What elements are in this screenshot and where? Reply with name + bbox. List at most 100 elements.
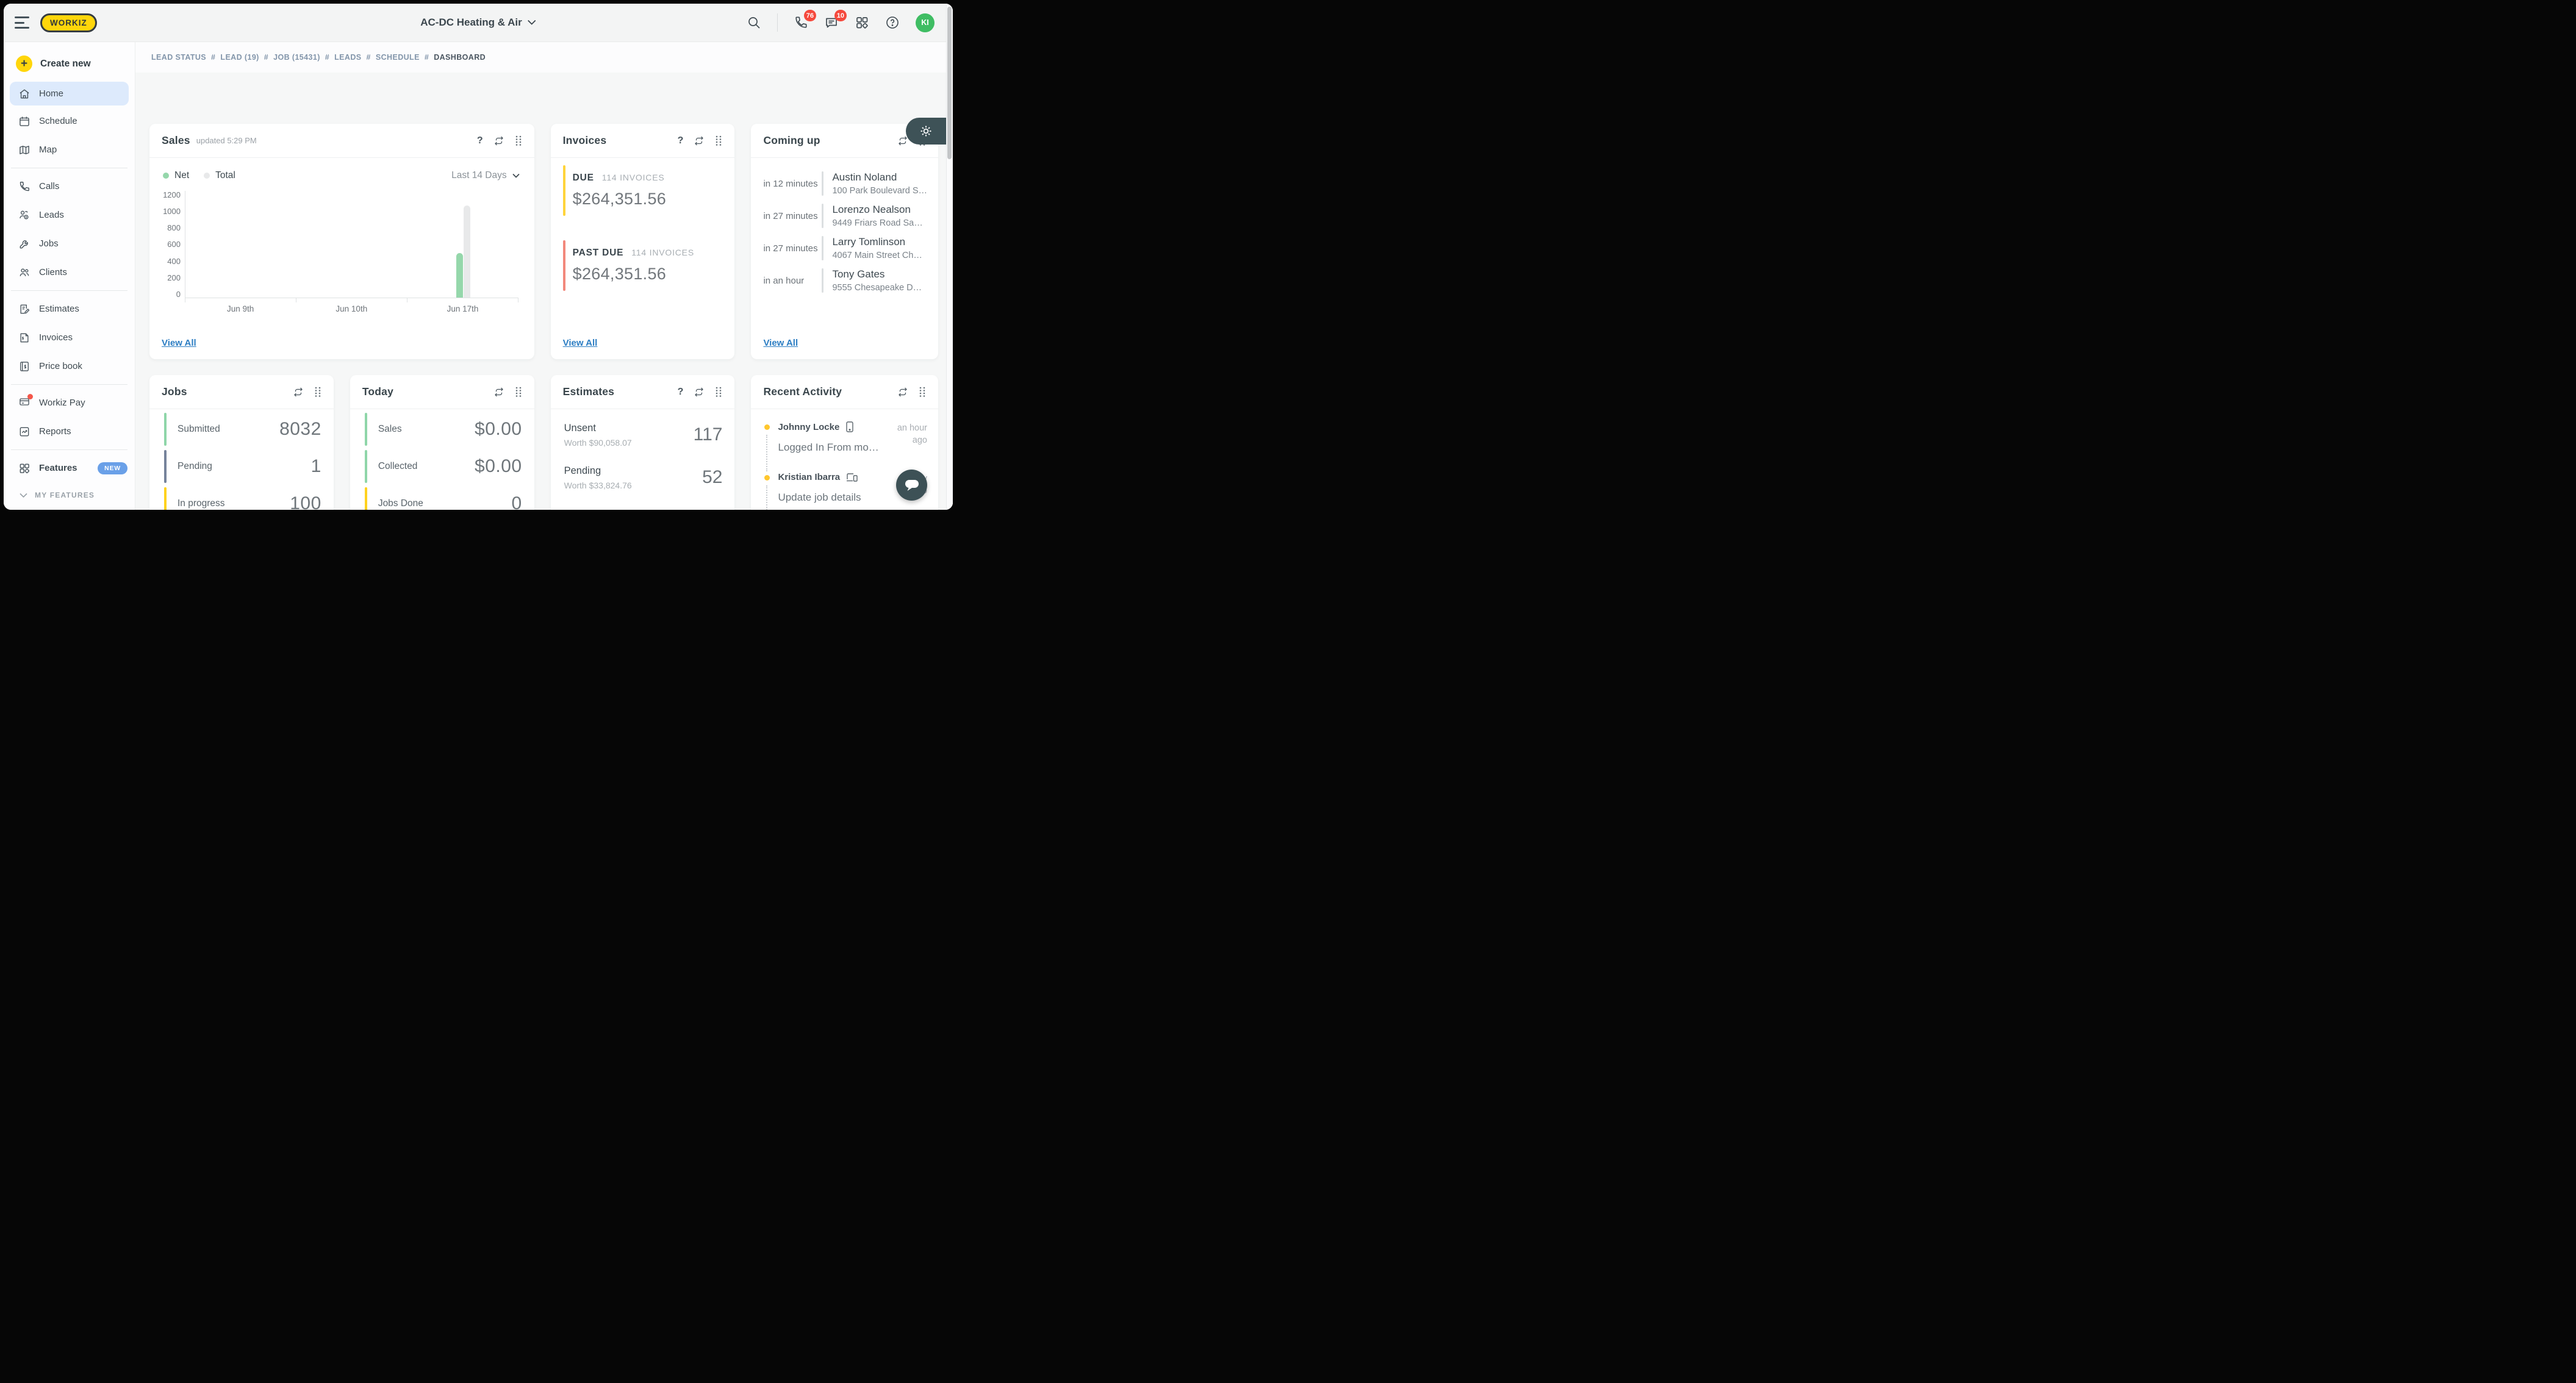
calls-badge: 76 bbox=[804, 10, 816, 21]
plus-icon: + bbox=[16, 55, 32, 72]
sidebar-item-invoices[interactable]: Invoices bbox=[4, 323, 135, 352]
jobs-card: Jobs Submitted 8032 Pending bbox=[149, 375, 334, 510]
chat-bubble-icon bbox=[903, 477, 920, 493]
sidebar-item-calls[interactable]: Calls bbox=[4, 172, 135, 201]
new-badge: NEW bbox=[98, 462, 127, 474]
refresh-icon[interactable] bbox=[493, 387, 504, 398]
sidebar-item-jobs[interactable]: Jobs bbox=[4, 229, 135, 258]
sidebar-item-schedule[interactable]: Schedule bbox=[4, 107, 135, 135]
appointment-row[interactable]: in 12 minutes Austin Noland 100 Park Bou… bbox=[763, 171, 927, 196]
breadcrumb-link[interactable]: LEADS bbox=[334, 53, 361, 62]
leads-icon bbox=[18, 209, 30, 221]
report-icon bbox=[18, 426, 30, 438]
drag-handle-icon[interactable] bbox=[515, 135, 522, 146]
estimates-pending-row[interactable]: Pending Worth $33,824.76 52 bbox=[551, 460, 735, 495]
updated-timestamp: updated 5:29 PM bbox=[196, 136, 257, 145]
sales-card: Sales updated 5:29 PM ? Net bbox=[149, 124, 534, 359]
drag-handle-icon[interactable] bbox=[919, 387, 926, 397]
calls-icon[interactable]: 76 bbox=[794, 15, 808, 30]
sales-y-axis: 120010008006004002000 bbox=[162, 191, 185, 298]
refresh-icon[interactable] bbox=[694, 387, 705, 398]
calendar-icon bbox=[18, 115, 30, 127]
sidebar-item-price-book[interactable]: Price book bbox=[4, 352, 135, 381]
mobile-icon bbox=[845, 421, 854, 432]
total-legend-dot bbox=[204, 173, 210, 179]
breadcrumb-link[interactable]: LEAD STATUS bbox=[151, 53, 206, 62]
activity-timeline bbox=[766, 485, 767, 510]
activity-item[interactable]: Johnny Locke an hour ago Logged In From … bbox=[764, 421, 927, 454]
legend-item-net[interactable]: Net bbox=[163, 170, 189, 181]
breadcrumb-link[interactable]: SCHEDULE bbox=[376, 53, 420, 62]
drag-handle-icon[interactable] bbox=[715, 135, 722, 146]
help-icon[interactable]: ? bbox=[678, 135, 684, 146]
company-switcher[interactable]: AC-DC Heating & Air bbox=[420, 16, 536, 29]
doc-dollar-icon bbox=[18, 332, 30, 344]
view-all-link[interactable]: View All bbox=[563, 338, 598, 348]
map-icon bbox=[18, 144, 30, 156]
create-new-button[interactable]: + Create new bbox=[4, 51, 135, 80]
jobs-in-progress-row[interactable]: In progress 100 bbox=[149, 487, 334, 510]
sidebar-divider bbox=[11, 384, 127, 385]
phone-icon bbox=[18, 180, 30, 193]
date-range-dropdown[interactable]: Last 14 Days bbox=[451, 170, 519, 181]
sidebar-item-clients[interactable]: Clients bbox=[4, 258, 135, 287]
refresh-icon[interactable] bbox=[293, 387, 304, 398]
sidebar-item-leads[interactable]: Leads bbox=[4, 201, 135, 229]
help-icon[interactable] bbox=[885, 15, 900, 30]
appointment-row[interactable]: in an hour Tony Gates 9555 Chesapeake D… bbox=[763, 268, 927, 293]
jobs-submitted-row[interactable]: Submitted 8032 bbox=[149, 412, 334, 446]
view-all-link[interactable]: View All bbox=[162, 338, 196, 348]
app-window: WORKIZ AC-DC Heating & Air 76 10 bbox=[4, 4, 953, 510]
today-collected-row[interactable]: Collected $0.00 bbox=[350, 449, 534, 484]
today-jobs-done-row[interactable]: Jobs Done 0 bbox=[350, 487, 534, 510]
home-icon bbox=[18, 88, 30, 100]
sidebar-item-estimates[interactable]: Estimates bbox=[4, 295, 135, 323]
drag-handle-icon[interactable] bbox=[515, 387, 522, 397]
sidebar-divider bbox=[11, 449, 127, 450]
refresh-icon[interactable] bbox=[897, 387, 908, 398]
past-due-color-bar bbox=[563, 240, 565, 291]
today-sales-row[interactable]: Sales $0.00 bbox=[350, 412, 534, 446]
sidebar-item-reports[interactable]: Reports bbox=[4, 417, 135, 446]
refresh-icon[interactable] bbox=[694, 135, 705, 146]
sidebar-item-workiz-pay[interactable]: Workiz Pay bbox=[4, 388, 135, 417]
dashboard-settings-button[interactable] bbox=[906, 118, 946, 145]
help-icon[interactable]: ? bbox=[477, 135, 483, 146]
activity-dot bbox=[764, 424, 770, 430]
help-icon[interactable]: ? bbox=[678, 387, 684, 398]
activity-dot bbox=[764, 475, 770, 481]
breadcrumb-link[interactable]: JOB (15431) bbox=[273, 53, 320, 62]
chat-widget-button[interactable] bbox=[896, 470, 927, 501]
jobs-pending-row[interactable]: Pending 1 bbox=[149, 449, 334, 484]
appointment-row[interactable]: in 27 minutes Larry Tomlinson 4067 Main … bbox=[763, 236, 927, 260]
sidebar-item-home[interactable]: Home bbox=[10, 82, 129, 105]
past-due-invoices-stat: PAST DUE 114 INVOICES $264,351.56 bbox=[563, 248, 723, 284]
refresh-icon[interactable] bbox=[493, 135, 504, 146]
sidebar-divider bbox=[11, 290, 127, 291]
appointment-row[interactable]: in 27 minutes Lorenzo Nealson 9449 Friar… bbox=[763, 204, 927, 228]
messages-icon[interactable]: 10 bbox=[824, 15, 839, 30]
main-content: LEAD STATUS # LEAD (19) # JOB (15431) # … bbox=[135, 42, 953, 510]
sidebar-item-features[interactable]: Features NEW bbox=[4, 454, 135, 482]
top-bar: WORKIZ AC-DC Heating & Air 76 10 bbox=[4, 4, 953, 42]
legend-item-total[interactable]: Total bbox=[204, 170, 235, 181]
workiz-logo[interactable]: WORKIZ bbox=[40, 13, 97, 32]
view-all-link[interactable]: View All bbox=[763, 338, 798, 348]
hamburger-menu-icon[interactable] bbox=[15, 16, 30, 29]
sales-plot bbox=[185, 191, 518, 298]
card-title: Jobs bbox=[162, 385, 187, 398]
apps-grid-icon[interactable] bbox=[855, 15, 869, 30]
scrollbar-thumb[interactable] bbox=[947, 7, 952, 159]
breadcrumb-link[interactable]: LEAD (19) bbox=[220, 53, 259, 62]
sidebar-item-map[interactable]: Map bbox=[4, 135, 135, 164]
wrench-icon bbox=[18, 238, 30, 250]
estimates-approved-row[interactable]: Approved 15 bbox=[551, 503, 735, 510]
search-icon[interactable] bbox=[747, 15, 761, 30]
user-avatar[interactable]: KI bbox=[916, 13, 935, 32]
breadcrumb: LEAD STATUS # LEAD (19) # JOB (15431) # … bbox=[135, 42, 953, 73]
drag-handle-icon[interactable] bbox=[715, 387, 722, 397]
estimates-unsent-row[interactable]: Unsent Worth $90,058.07 117 bbox=[551, 418, 735, 452]
my-features-toggle[interactable]: MY FEATURES bbox=[4, 482, 135, 499]
card-title: Recent Activity bbox=[763, 385, 842, 398]
drag-handle-icon[interactable] bbox=[314, 387, 321, 397]
